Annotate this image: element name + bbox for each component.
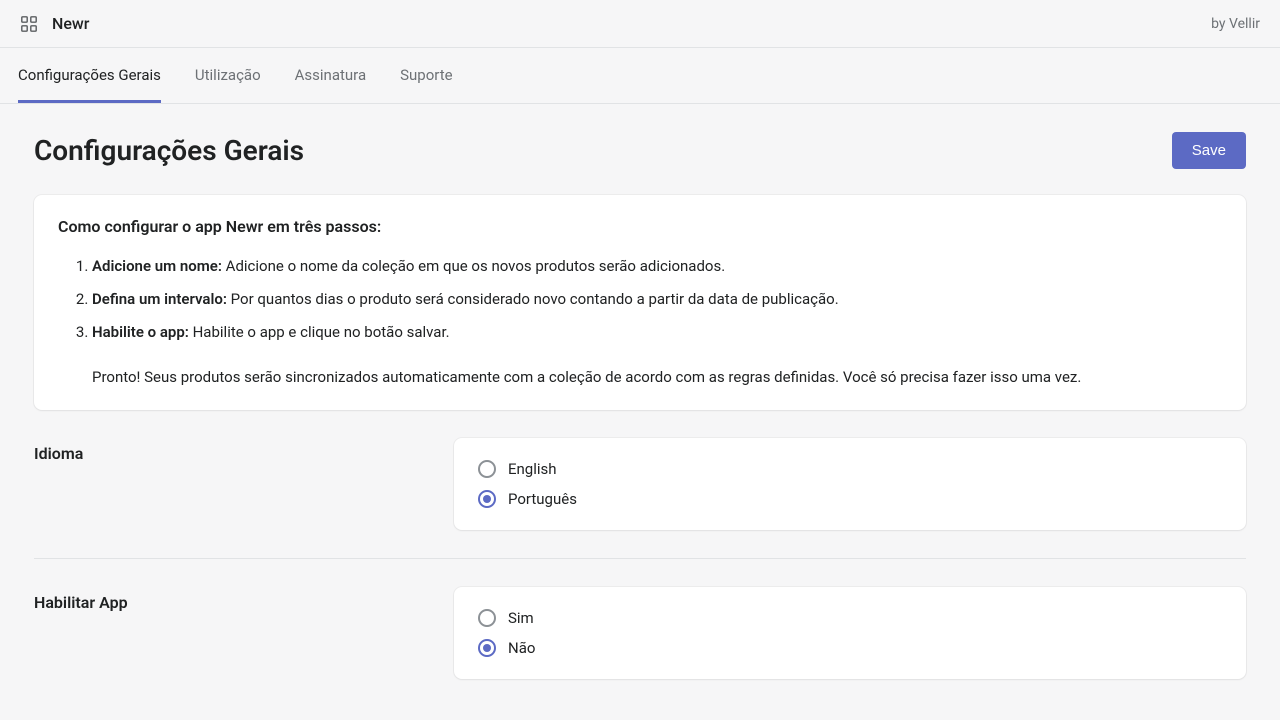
language-option-english-label: English	[508, 460, 557, 478]
topbar-left: Newr	[20, 14, 89, 33]
language-option-english[interactable]: English	[478, 460, 1222, 478]
instructions-steps: Adicione um nome: Adicione o nome da col…	[58, 256, 1222, 343]
radio-icon	[478, 609, 496, 627]
language-section-label: Idioma	[34, 438, 414, 463]
enable-card: Sim Não	[454, 587, 1246, 679]
enable-option-no[interactable]: Não	[478, 639, 1222, 657]
language-option-portugues-label: Português	[508, 490, 577, 508]
enable-option-yes-label: Sim	[508, 609, 534, 627]
tab-subscription[interactable]: Assinatura	[295, 48, 366, 103]
step-2-text: Por quantos dias o produto será consider…	[227, 290, 839, 308]
topbar: Newr by Vellir	[0, 0, 1280, 48]
enable-option-no-label: Não	[508, 639, 535, 657]
tab-general[interactable]: Configurações Gerais	[18, 48, 161, 103]
step-3-label: Habilite o app:	[92, 323, 189, 341]
language-card: English Português	[454, 438, 1246, 530]
enable-option-yes[interactable]: Sim	[478, 609, 1222, 627]
dashboard-icon	[20, 15, 38, 33]
instructions-title: Como configurar o app Newr em três passo…	[58, 217, 1222, 236]
page-title: Configurações Gerais	[34, 134, 304, 167]
app-name: Newr	[52, 14, 89, 33]
step-3-text: Habilite o app e clique no botão salvar.	[189, 323, 450, 341]
tabs: Configurações Gerais Utilização Assinatu…	[0, 48, 1280, 104]
step-1-label: Adicione um nome:	[92, 257, 222, 275]
step-1-text: Adicione o nome da coleção em que os nov…	[222, 257, 725, 275]
step-3: Habilite o app: Habilite o app e clique …	[92, 322, 1222, 343]
radio-icon	[478, 639, 496, 657]
by-text: by Vellir	[1211, 16, 1260, 32]
instructions-card: Como configurar o app Newr em três passo…	[34, 195, 1246, 410]
content: Configurações Gerais Save Como configura…	[0, 104, 1280, 707]
step-2-label: Defina um intervalo:	[92, 290, 227, 308]
instructions-footer: Pronto! Seus produtos serão sincronizado…	[58, 367, 1222, 388]
tab-support[interactable]: Suporte	[400, 48, 452, 103]
step-2: Defina um intervalo: Por quantos dias o …	[92, 289, 1222, 310]
enable-section-label: Habilitar App	[34, 587, 414, 612]
enable-section: Habilitar App Sim Não	[34, 559, 1246, 679]
radio-icon	[478, 460, 496, 478]
save-button[interactable]: Save	[1172, 132, 1246, 169]
language-option-portugues[interactable]: Português	[478, 490, 1222, 508]
radio-icon	[478, 490, 496, 508]
page-header: Configurações Gerais Save	[34, 132, 1246, 169]
tab-usage[interactable]: Utilização	[195, 48, 261, 103]
step-1: Adicione um nome: Adicione o nome da col…	[92, 256, 1222, 277]
language-section: Idioma English Português	[34, 410, 1246, 530]
